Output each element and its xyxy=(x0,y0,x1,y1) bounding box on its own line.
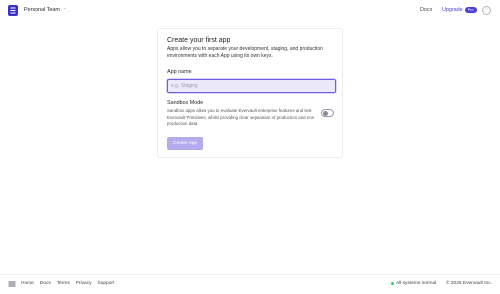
evervault-logo-icon[interactable] xyxy=(8,5,18,16)
app-name-input[interactable] xyxy=(167,79,336,93)
chevron-updown-icon: ⌃ xyxy=(62,7,67,12)
footer-link-docs[interactable]: Docs xyxy=(40,281,51,286)
team-switcher[interactable]: Personal Team ⌃ xyxy=(24,7,67,13)
status-text: All systems normal xyxy=(396,281,437,286)
app-name-label: App name xyxy=(167,69,192,75)
card-title: Create your first app xyxy=(167,37,231,44)
sandbox-mode-toggle[interactable] xyxy=(321,109,334,117)
evervault-footer-logo-icon[interactable] xyxy=(8,281,16,287)
footer-links: Home Docs Terms Privacy Support xyxy=(21,281,114,286)
team-name: Personal Team xyxy=(24,7,60,13)
pro-badge: Pro xyxy=(464,7,477,13)
footer-link-home[interactable]: Home xyxy=(21,281,34,286)
docs-link[interactable]: Docs xyxy=(420,7,432,13)
card-description: Apps allow you to separate your developm… xyxy=(167,46,323,60)
status-dot-icon xyxy=(391,282,394,285)
upgrade-label: Upgrade xyxy=(442,7,463,13)
top-bar: Personal Team ⌃ Docs Upgrade Pro xyxy=(0,0,500,22)
copyright: © 2025 Evervault Inc. xyxy=(446,281,492,286)
footer-link-support[interactable]: Support xyxy=(98,281,115,286)
system-status[interactable]: All systems normal xyxy=(391,281,436,286)
footer-link-terms[interactable]: Terms xyxy=(57,281,70,286)
footer-divider xyxy=(0,274,500,275)
sandbox-mode-title: Sandbox Mode xyxy=(167,100,204,106)
toggle-knob xyxy=(323,111,328,116)
avatar[interactable] xyxy=(482,6,491,15)
upgrade-link[interactable]: Upgrade Pro xyxy=(442,7,477,13)
footer-link-privacy[interactable]: Privacy xyxy=(76,281,92,286)
create-app-card: Create your first app Apps allow you to … xyxy=(157,28,343,158)
create-app-button[interactable]: Create App xyxy=(167,137,203,150)
sandbox-mode-description: Sandbox apps allow you to evaluate Everv… xyxy=(167,108,315,126)
